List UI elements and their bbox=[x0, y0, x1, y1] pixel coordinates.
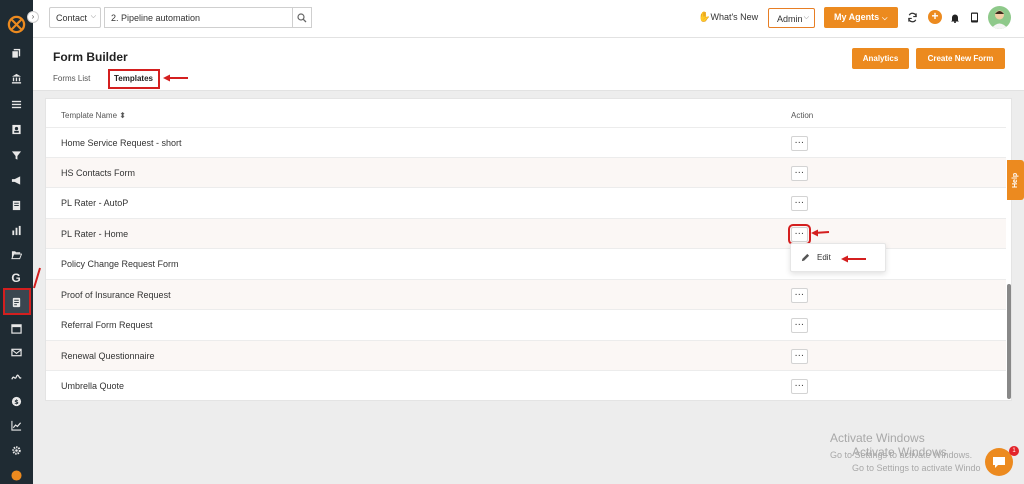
refresh-icon[interactable] bbox=[906, 11, 919, 24]
mail-icon[interactable] bbox=[8, 344, 24, 360]
table-row: Home Service Request - short … bbox=[46, 127, 1006, 158]
chevron-down-icon: ⌵ bbox=[90, 13, 96, 20]
forms-icon[interactable] bbox=[8, 294, 24, 310]
row-actions-button[interactable]: … bbox=[791, 288, 808, 303]
add-icon[interactable]: + bbox=[928, 10, 942, 24]
contact-type-value: Contact bbox=[56, 13, 88, 23]
contact-type-select[interactable]: Contact ⌵ bbox=[49, 7, 101, 28]
template-name[interactable]: HS Contacts Form bbox=[61, 168, 135, 178]
table-row: Umbrella Quote … bbox=[46, 370, 1006, 401]
template-name[interactable]: Proof of Insurance Request bbox=[61, 290, 171, 300]
edit-label: Edit bbox=[817, 253, 831, 262]
row-actions-button[interactable]: … bbox=[791, 379, 808, 394]
table-scrollbar[interactable] bbox=[1007, 284, 1011, 399]
search-button[interactable] bbox=[292, 7, 312, 28]
signature-icon[interactable] bbox=[8, 369, 24, 385]
table-row: PL Rater - AutoP … bbox=[46, 187, 1006, 218]
contact-card-icon[interactable] bbox=[8, 121, 24, 137]
calendar-icon[interactable] bbox=[8, 320, 24, 336]
table-row: Proof of Insurance Request … bbox=[46, 279, 1006, 310]
bell-icon[interactable] bbox=[948, 11, 961, 24]
gear-icon[interactable] bbox=[8, 442, 24, 458]
megaphone-icon[interactable] bbox=[8, 172, 24, 188]
row-actions-button[interactable]: … bbox=[791, 349, 808, 364]
row-actions-button[interactable]: … bbox=[791, 318, 808, 333]
help-label: Help bbox=[1012, 172, 1019, 188]
whats-new-link[interactable]: ✋What's New bbox=[698, 12, 758, 23]
column-header-action: Action bbox=[791, 111, 814, 120]
pencil-icon bbox=[801, 253, 810, 262]
list-icon[interactable] bbox=[8, 96, 24, 112]
my-agents-label: My Agents bbox=[834, 12, 880, 22]
template-name[interactable]: PL Rater - Home bbox=[61, 229, 128, 239]
template-name[interactable]: Umbrella Quote bbox=[61, 381, 124, 391]
admin-select[interactable]: Admin ⌵ bbox=[768, 8, 815, 28]
google-icon[interactable]: G bbox=[8, 270, 24, 286]
template-name[interactable]: Referral Form Request bbox=[61, 320, 153, 330]
table-row: Referral Form Request … bbox=[46, 309, 1006, 340]
row-actions-button[interactable]: … bbox=[791, 136, 808, 151]
top-bar: Contact ⌵ 2. Pipeline automation ✋What's… bbox=[33, 0, 1024, 38]
phone-icon[interactable] bbox=[968, 11, 981, 24]
line-chart-icon[interactable] bbox=[8, 417, 24, 433]
template-name[interactable]: Policy Change Request Form bbox=[61, 259, 179, 269]
funnel-icon[interactable] bbox=[8, 147, 24, 163]
row-actions-button[interactable]: … bbox=[788, 224, 811, 245]
search-icon bbox=[297, 12, 307, 22]
folder-open-icon[interactable] bbox=[8, 246, 24, 262]
tab-forms-list[interactable]: Forms List bbox=[53, 74, 90, 83]
user-avatar[interactable] bbox=[988, 6, 1011, 29]
page-header: Form Builder Forms List Templates Analyt… bbox=[33, 38, 1024, 91]
template-name[interactable]: PL Rater - AutoP bbox=[61, 198, 128, 208]
help-tab[interactable]: Help bbox=[1007, 160, 1024, 200]
app-logo-icon bbox=[7, 15, 26, 34]
create-new-form-button[interactable]: Create New Form bbox=[916, 48, 1005, 69]
template-name[interactable]: Renewal Questionnaire bbox=[61, 351, 155, 361]
chat-notification-badge: 1 bbox=[1009, 446, 1019, 456]
search-value: 2. Pipeline automation bbox=[111, 13, 201, 23]
row-actions-button[interactable]: … bbox=[791, 196, 808, 211]
search-input[interactable]: 2. Pipeline automation bbox=[104, 7, 292, 28]
activate-windows-watermark: Activate Windows bbox=[830, 431, 925, 445]
svg-text:$: $ bbox=[14, 397, 19, 405]
bank-icon[interactable] bbox=[8, 70, 24, 86]
copy-icon[interactable] bbox=[8, 45, 24, 61]
chevron-down-icon: ⌵ bbox=[882, 15, 888, 22]
chevron-down-icon: ⌵ bbox=[803, 14, 809, 21]
row-actions-menu: Edit bbox=[790, 243, 886, 272]
tab-templates[interactable]: Templates bbox=[108, 69, 160, 89]
activate-windows-hint-ghost: Go to Settings to activate Windo bbox=[852, 463, 981, 473]
hand-wave-icon: ✋ bbox=[698, 12, 711, 23]
column-header-template-name[interactable]: Template Name ⬍ bbox=[61, 111, 126, 120]
sidebar: G $ bbox=[0, 0, 33, 484]
document-icon[interactable] bbox=[8, 197, 24, 213]
my-agents-button[interactable]: My Agents ⌵ bbox=[824, 7, 898, 28]
sidebar-collapse-button[interactable]: › bbox=[27, 11, 39, 23]
dollar-circle-icon[interactable]: $ bbox=[8, 393, 24, 409]
support-circle-icon[interactable] bbox=[8, 467, 24, 483]
bar-chart-icon[interactable] bbox=[8, 222, 24, 238]
activate-windows-hint: Go to Settings to activate Windows. bbox=[830, 450, 973, 460]
page-title: Form Builder bbox=[53, 50, 128, 64]
edit-menu-item[interactable]: Edit bbox=[801, 253, 831, 262]
table-row: Renewal Questionnaire … bbox=[46, 340, 1006, 371]
admin-value: Admin bbox=[777, 14, 803, 24]
table-row: HS Contacts Form … bbox=[46, 157, 1006, 188]
template-name[interactable]: Home Service Request - short bbox=[61, 138, 182, 148]
row-actions-button[interactable]: … bbox=[791, 166, 808, 181]
analytics-button[interactable]: Analytics bbox=[852, 48, 909, 69]
whats-new-label: What's New bbox=[710, 12, 759, 22]
